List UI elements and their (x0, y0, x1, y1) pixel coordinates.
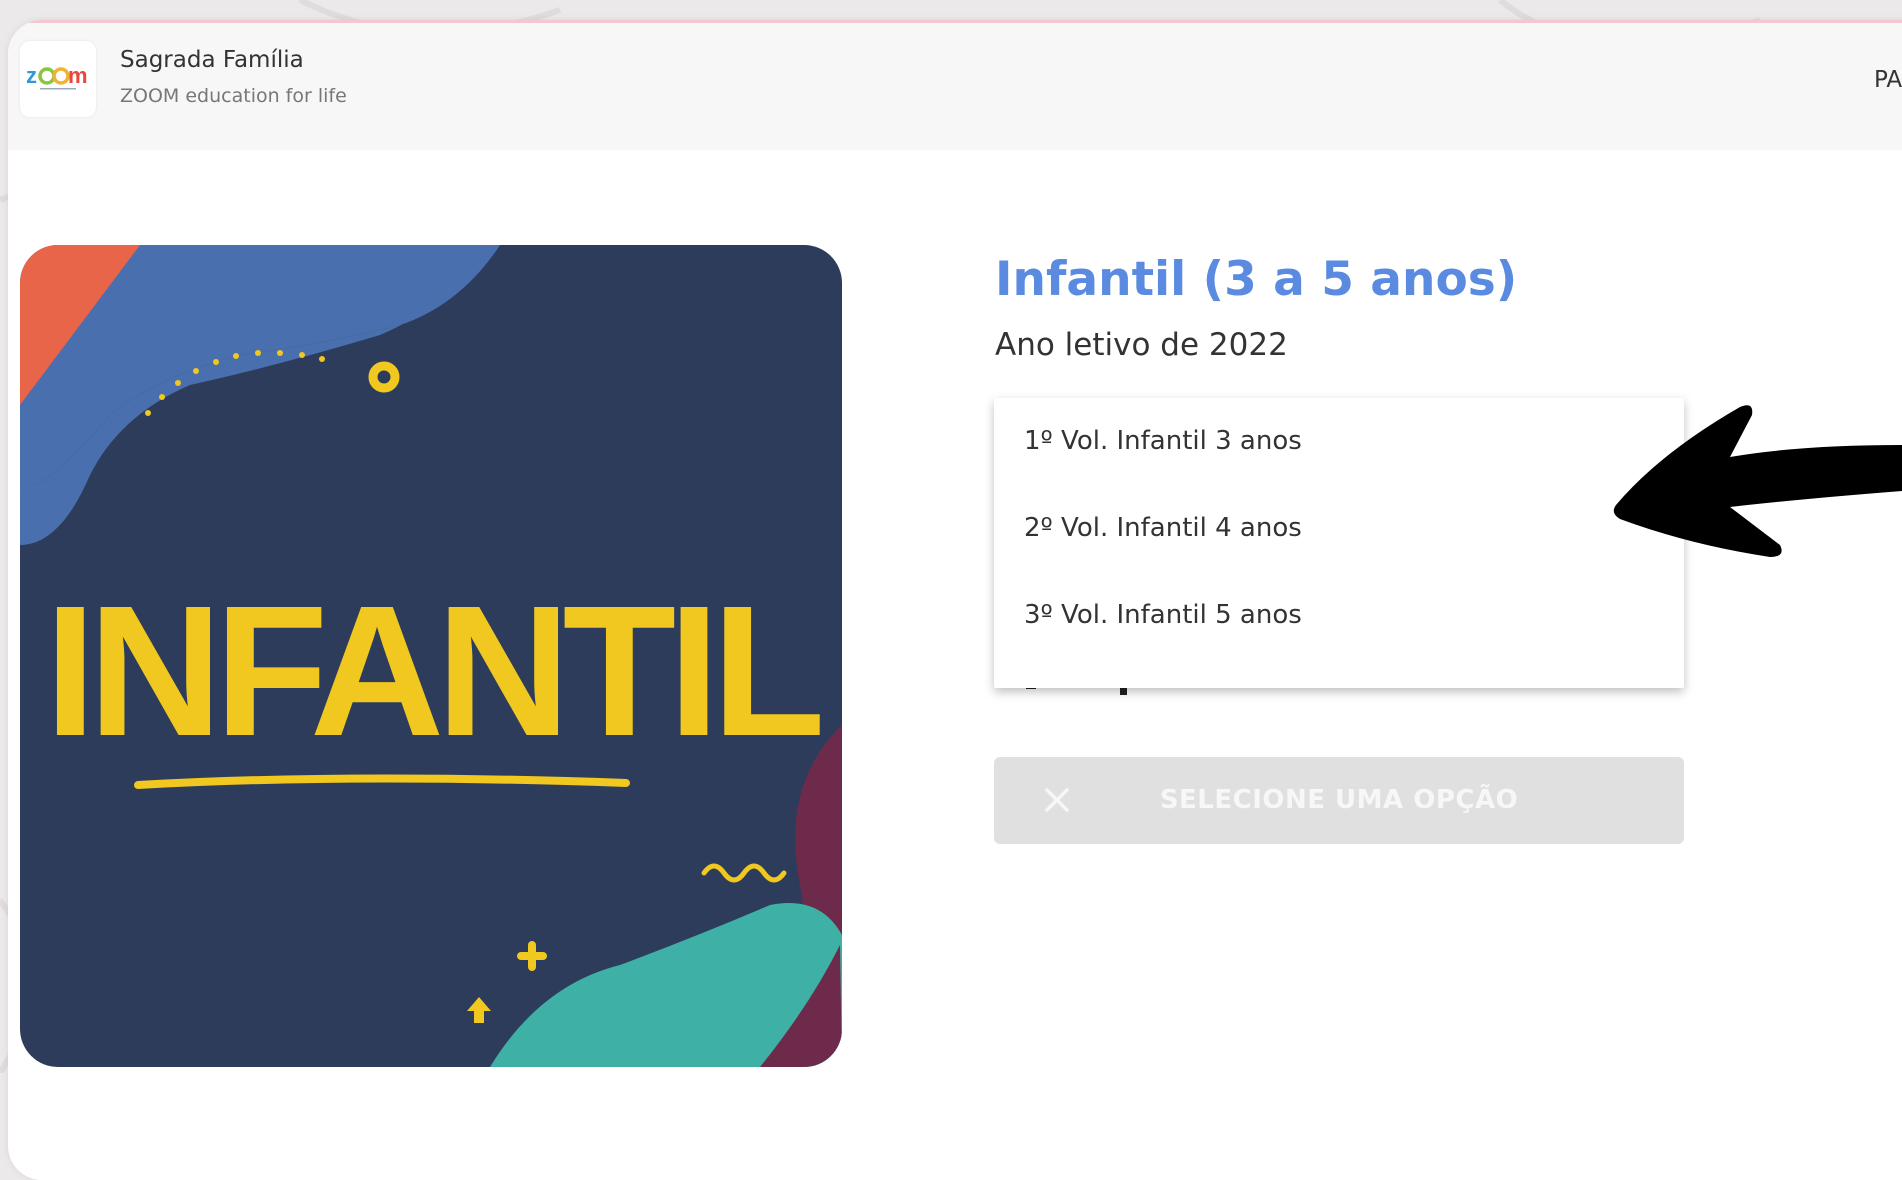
select-option-button[interactable]: SELECIONE UMA OPÇÃO (994, 757, 1684, 844)
volume-dropdown-menu: 1º Vol. Infantil 3 anos 2º Vol. Infantil… (994, 398, 1684, 688)
dropdown-option[interactable]: 3º Vol. Infantil 5 anos (994, 572, 1684, 659)
zoom-logo-icon: z m (26, 65, 88, 90)
product-subtitle: Ano letivo de 2022 (995, 327, 1288, 363)
svg-text:z: z (26, 65, 37, 88)
dropdown-option[interactable]: 1º Vol. Infantil 3 anos (994, 398, 1684, 485)
product-title: Infantil (3 a 5 anos) (995, 252, 1518, 307)
header-bar: z m Sagrada Família ZOOM education for l… (8, 23, 1902, 150)
svg-text:m: m (68, 65, 88, 88)
dropdown-option[interactable]: 2º Vol. Infantil 4 anos (994, 485, 1684, 572)
arrow-pointer-icon (1613, 405, 1902, 557)
product-cover-image: INFANTIL (20, 245, 842, 1067)
school-name: Sagrada Família (120, 47, 304, 73)
cover-title: INFANTIL (45, 568, 820, 775)
school-tagline: ZOOM education for life (120, 85, 347, 107)
header-right-menu[interactable]: PA (1874, 67, 1902, 93)
school-logo[interactable]: z m (20, 41, 96, 117)
app-window: z m Sagrada Família ZOOM education for l… (8, 20, 1902, 1180)
select-option-label: SELECIONE UMA OPÇÃO (1159, 785, 1519, 815)
